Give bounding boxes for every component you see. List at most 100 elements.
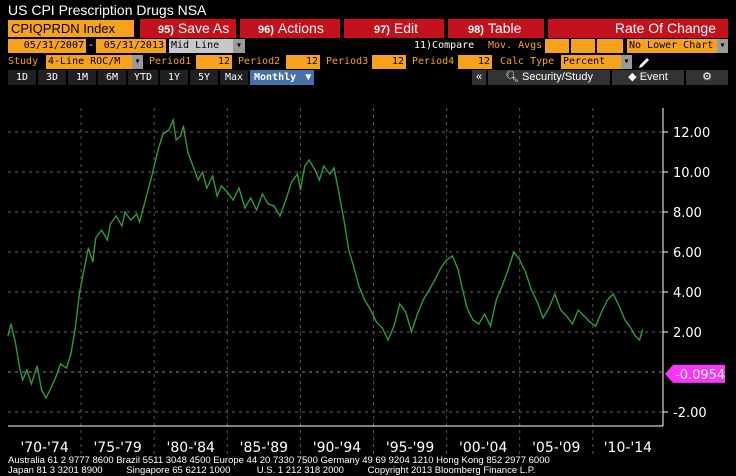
calc-type-label: Calc Type bbox=[500, 56, 555, 67]
data-point bbox=[348, 249, 350, 251]
tab-ytd[interactable]: YTD bbox=[128, 70, 158, 85]
study-select[interactable]: 4-Line ROC/M bbox=[46, 55, 132, 69]
last-value-label: -0.0954 bbox=[675, 368, 725, 383]
data-point bbox=[381, 327, 383, 329]
data-point bbox=[446, 259, 448, 261]
data-point bbox=[285, 199, 287, 201]
lower-chart-select[interactable]: No Lower Chart bbox=[627, 39, 717, 53]
tab-3d[interactable]: 3D bbox=[38, 70, 66, 85]
study-dropdown-icon[interactable]: ▾ bbox=[132, 55, 143, 69]
data-point bbox=[30, 383, 32, 385]
lower-chart-dropdown-icon[interactable]: ▾ bbox=[717, 39, 728, 53]
security-study-button[interactable]: 🔍︎ Security/Study bbox=[488, 70, 610, 85]
data-point bbox=[583, 315, 585, 317]
data-point bbox=[212, 175, 214, 177]
data-point bbox=[19, 367, 21, 369]
data-point bbox=[121, 225, 123, 227]
x-tick-label: '90-'94 bbox=[313, 440, 361, 456]
data-point bbox=[595, 325, 597, 327]
data-point bbox=[484, 313, 486, 315]
data-point bbox=[220, 185, 223, 187]
data-point bbox=[22, 379, 24, 381]
actions-button[interactable]: 96) Actions bbox=[240, 19, 340, 38]
calc-type-dropdown-icon[interactable]: ▾ bbox=[621, 55, 632, 69]
tab-5y[interactable]: 5Y bbox=[190, 70, 218, 85]
data-point bbox=[187, 151, 189, 153]
x-axis: '70-'74 '75-'79 '80-'84 '85-'89 '90-'94 '95-'… bbox=[8, 425, 663, 456]
data-point bbox=[333, 167, 335, 169]
data-point bbox=[45, 397, 47, 399]
pencil-icon[interactable] bbox=[637, 55, 651, 69]
data-point bbox=[153, 165, 155, 167]
data-point bbox=[577, 309, 579, 311]
data-point bbox=[172, 119, 174, 121]
series-polyline bbox=[7, 117, 644, 400]
data-point bbox=[244, 207, 246, 209]
data-point bbox=[369, 309, 372, 311]
actions-label: Actions bbox=[277, 20, 324, 36]
data-point bbox=[337, 189, 340, 191]
frequency-label: Monthly bbox=[254, 72, 297, 83]
event-icon: ◆ bbox=[628, 71, 637, 83]
data-point bbox=[26, 369, 28, 371]
mov-avg-field-1[interactable] bbox=[545, 39, 569, 53]
data-point bbox=[304, 165, 306, 167]
tab-1d[interactable]: 1D bbox=[8, 70, 36, 85]
rate-of-change-button[interactable]: Rate Of Change bbox=[548, 19, 728, 38]
data-point bbox=[589, 321, 591, 323]
start-date-field[interactable]: 05/31/2007 bbox=[8, 39, 86, 53]
data-point bbox=[565, 315, 568, 317]
y-tick-label: 2.00 bbox=[673, 326, 702, 341]
data-point bbox=[560, 309, 562, 311]
data-point bbox=[393, 325, 395, 327]
edit-shortcut: 97) bbox=[374, 24, 390, 36]
security-study-label: Security/Study bbox=[522, 71, 593, 83]
chart-style-select[interactable]: Mid Line bbox=[169, 39, 233, 53]
period2-label: Period2 bbox=[238, 56, 281, 67]
period1-field[interactable]: 12 bbox=[196, 55, 232, 69]
tab-6m[interactable]: 6M bbox=[98, 70, 126, 85]
x-tick-label: '75-'79 bbox=[93, 440, 141, 456]
data-point bbox=[299, 189, 302, 191]
data-point bbox=[41, 389, 43, 391]
data-point bbox=[630, 327, 632, 329]
mov-avg-field-3[interactable] bbox=[597, 39, 623, 53]
data-point bbox=[36, 365, 38, 367]
data-point bbox=[55, 375, 57, 377]
period2-field[interactable]: 12 bbox=[286, 55, 320, 69]
gear-icon[interactable]: ⚙ bbox=[686, 70, 728, 85]
collapse-icon[interactable]: « bbox=[472, 70, 486, 85]
period3-field[interactable]: 12 bbox=[372, 55, 406, 69]
data-point bbox=[387, 339, 389, 341]
ticker-field[interactable]: CPIQPRDN Index bbox=[8, 20, 134, 37]
edit-button[interactable]: 97) Edit bbox=[344, 19, 444, 38]
event-label: Event bbox=[639, 71, 668, 83]
mov-avg-field-2[interactable] bbox=[571, 39, 595, 53]
data-point bbox=[267, 203, 269, 205]
frequency-select[interactable]: Monthly ▼ bbox=[250, 70, 314, 85]
end-date-field[interactable]: 05/31/2013 bbox=[96, 39, 166, 53]
data-point bbox=[296, 173, 299, 175]
period4-field[interactable]: 12 bbox=[458, 55, 492, 69]
tab-max[interactable]: Max bbox=[220, 70, 248, 85]
data-point bbox=[495, 299, 497, 301]
edit-label: Edit bbox=[393, 20, 419, 36]
table-shortcut: 98) bbox=[468, 24, 484, 36]
frequency-arrow-icon: ▼ bbox=[305, 72, 312, 83]
tab-1y[interactable]: 1Y bbox=[160, 70, 188, 85]
data-point bbox=[83, 269, 85, 271]
save-as-button[interactable]: 95) Save As bbox=[140, 19, 236, 38]
data-point bbox=[399, 303, 401, 305]
data-point bbox=[536, 301, 538, 303]
x-tick-label: '80-'84 bbox=[167, 440, 215, 456]
tab-1m[interactable]: 1M bbox=[68, 70, 96, 85]
chart-style-dropdown-icon[interactable]: ▾ bbox=[233, 39, 245, 53]
series-line bbox=[7, 117, 644, 400]
compare-link[interactable]: 11)Compare bbox=[414, 39, 474, 53]
table-button[interactable]: 98) Table bbox=[448, 19, 544, 38]
data-point bbox=[571, 323, 573, 325]
event-button[interactable]: ◆ Event bbox=[612, 70, 684, 85]
data-point bbox=[182, 125, 185, 127]
calc-type-select[interactable]: Percent bbox=[561, 55, 621, 69]
actions-shortcut: 96) bbox=[258, 24, 274, 36]
